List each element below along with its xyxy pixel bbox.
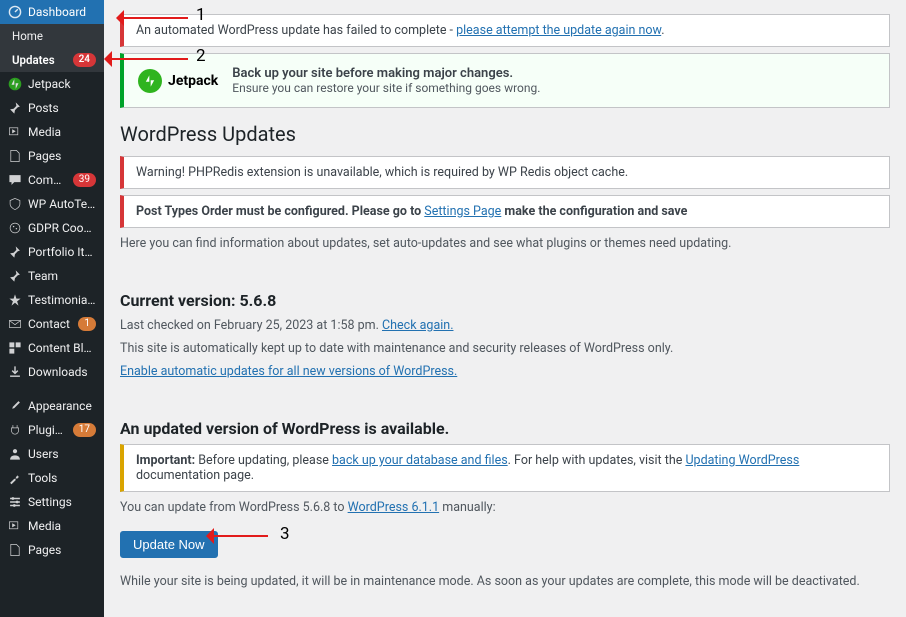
jetpack-title: Back up your site before making major ch… [232,66,540,81]
sidebar-item-label: Media [28,519,96,533]
sidebar-item-portfolio-items[interactable]: Portfolio Items [0,240,104,264]
sidebar-item-label: Downloads [28,365,96,379]
notice-jetpack: Jetpack Back up your site before making … [120,53,890,108]
page-title: WordPress Updates [120,122,890,146]
update-now-button[interactable]: Update Now [120,531,218,558]
last-checked-text: Last checked on February 25, 2023 at 1:5… [120,318,890,333]
sidebar-item-settings[interactable]: Settings [0,490,104,514]
backup-link[interactable]: back up your database and files [332,453,508,468]
sidebar-subitem-updates[interactable]: Updates 24 [0,48,104,72]
sidebar-item-label: Media [28,125,96,139]
main-content: 1 2 An automated WordPress update has fa… [104,0,906,617]
sidebar-item-jetpack[interactable]: Jetpack [0,72,104,96]
maintenance-text: While your site is being updated, it wil… [120,574,890,589]
sidebar-item-appearance[interactable]: Appearance [0,394,104,418]
page-icon [8,543,22,557]
sidebar-item-contact[interactable]: Contact 1 [0,312,104,336]
wp-version-link[interactable]: WordPress 6.1.1 [348,500,440,515]
star-icon [8,293,22,307]
sidebar-item-label: Jetpack [28,77,96,91]
sidebar-item-pages[interactable]: Pages [0,538,104,562]
intro-text: Here you can find information about upda… [120,236,890,251]
page-icon [8,149,22,163]
sidebar-item-label: Tools [28,471,96,485]
sidebar-item-content-blocks[interactable]: Content Blocks [0,336,104,360]
sidebar-item-posts[interactable]: Posts [0,96,104,120]
admin-sidebar: Dashboard Home Updates 24 Jetpack Posts Me… [0,0,104,617]
mail-icon [8,317,22,331]
sidebar-item-pages[interactable]: Pages [0,144,104,168]
sidebar-item-tools[interactable]: Tools [0,466,104,490]
sidebar-item-media[interactable]: Media [0,514,104,538]
sidebar-item-label: Plugins [28,423,67,437]
sidebar-item-users[interactable]: Users [0,442,104,466]
download-icon [8,365,22,379]
media-icon [8,125,22,139]
sidebar-item-label: Portfolio Items [28,245,96,259]
jetpack-subtitle: Ensure you can restore your site if some… [232,81,540,95]
sidebar-subitem-home[interactable]: Home [0,24,104,48]
comment-icon [8,173,22,187]
sidebar-item-label: Posts [28,101,96,115]
sidebar-item-comments[interactable]: Comments 39 [0,168,104,192]
sliders-icon [8,495,22,509]
sidebar-item-label: Team [28,269,96,283]
sidebar-item-label: GDPR Cookie Consent [28,221,96,235]
pin-icon [8,269,22,283]
sidebar-item-label: Settings [28,495,96,509]
sidebar-item-gdpr-cookie-consent[interactable]: GDPR Cookie Consent [0,216,104,240]
settings-page-link[interactable]: Settings Page [424,204,501,219]
sidebar-item-label: Contact [28,317,72,331]
notice-update-failed: An automated WordPress update has failed… [120,14,890,47]
media-icon [8,519,22,533]
user-icon [8,447,22,461]
plug-icon [8,423,22,437]
pin-icon [8,101,22,115]
wrench-icon [8,471,22,485]
current-version-heading: Current version: 5.6.8 [120,291,890,310]
sidebar-item-dashboard[interactable]: Dashboard [0,0,104,24]
sidebar-item-wp-autoterms[interactable]: WP AutoTerms [0,192,104,216]
blocks-icon [8,341,22,355]
sidebar-item-label: Users [28,447,96,461]
dashboard-icon [8,5,22,19]
sidebar-item-label: Appearance [28,399,96,413]
sidebar-item-label: Pages [28,149,96,163]
cookie-icon [8,221,22,235]
pin-icon [8,245,22,259]
update-again-link[interactable]: please attempt the update again now [456,23,661,38]
notice-phpredis: Warning! PHPRedis extension is unavailab… [120,156,890,189]
shield-icon [8,197,22,211]
sidebar-item-label: Content Blocks [28,341,96,355]
update-from-text: You can update from WordPress 5.6.8 to W… [120,500,890,515]
annotation-3: 3 [280,524,290,544]
sidebar-label-dashboard: Dashboard [28,5,96,19]
auto-update-text: This site is automatically kept up to da… [120,341,890,356]
jetpack-brand: Jetpack [168,73,218,89]
sidebar-item-label: Testimonials [28,293,96,307]
count-badge: 17 [73,423,96,437]
enable-auto-link[interactable]: Enable automatic updates for all new ver… [120,364,457,379]
sidebar-item-label: Comments [28,173,67,187]
count-badge: 1 [78,317,96,331]
sidebar-item-media[interactable]: Media [0,120,104,144]
sidebar-item-label: WP AutoTerms [28,197,96,211]
sidebar-item-testimonials[interactable]: Testimonials [0,288,104,312]
notice-post-types-order: Post Types Order must be configured. Ple… [120,195,890,228]
notice-important: Important: Before updating, please back … [120,444,890,492]
check-again-link[interactable]: Check again. [382,318,453,333]
jetpack-icon [138,69,162,93]
sidebar-item-team[interactable]: Team [0,264,104,288]
sidebar-item-label: Pages [28,543,96,557]
jetpack-icon [8,77,22,91]
updates-badge: 24 [73,53,96,67]
sidebar-item-plugins[interactable]: Plugins 17 [0,418,104,442]
sidebar-item-downloads[interactable]: Downloads [0,360,104,384]
update-available-heading: An updated version of WordPress is avail… [120,419,890,438]
brush-icon [8,399,22,413]
updating-wp-link[interactable]: Updating WordPress [685,453,799,468]
count-badge: 39 [73,173,96,187]
